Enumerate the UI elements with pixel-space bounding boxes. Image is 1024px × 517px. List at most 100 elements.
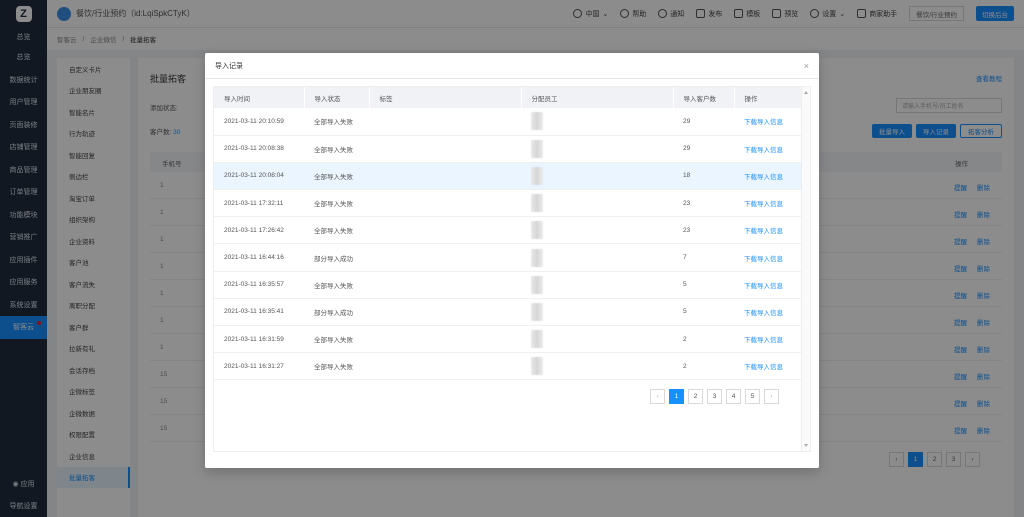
import-status-cell: 全部导入失败 (304, 108, 369, 136)
blurred-avatar (531, 275, 543, 294)
import-record-dialog: 导入记录 × 导入时间 导入状态 标签 分配员工 导入客户数 操作 2021-0… (205, 53, 819, 468)
tag-cell (369, 162, 521, 191)
download-info-link[interactable]: 下载导入信息 (734, 162, 802, 191)
import-status-cell: 全部导入失败 (304, 189, 369, 218)
table-row: 2021-03-11 16:44:16 部分导入成功 7 下载导入信息 (214, 243, 802, 272)
blurred-avatar (531, 302, 543, 321)
assigned-staff-cell (521, 189, 673, 218)
import-status-cell: 全部导入失败 (304, 271, 369, 299)
blurred-avatar (531, 248, 543, 267)
import-record-table: 导入时间 导入状态 标签 分配员工 导入客户数 操作 2021-03-11 20… (214, 87, 802, 381)
customer-count-cell: 23 (673, 189, 734, 218)
customer-count-cell: 5 (673, 298, 734, 327)
download-info-link[interactable]: 下载导入信息 (734, 325, 802, 354)
import-time-cell: 2021-03-11 17:32:11 (214, 189, 304, 218)
import-status-cell: 全部导入失败 (304, 325, 369, 354)
customer-count-cell: 18 (673, 162, 734, 191)
import-time-cell: 2021-03-11 20:08:38 (214, 135, 304, 163)
assigned-staff-cell (521, 135, 673, 163)
blurred-avatar (531, 194, 543, 213)
dialog-body: 导入时间 导入状态 标签 分配员工 导入客户数 操作 2021-03-11 20… (213, 86, 811, 452)
assigned-staff-cell (521, 243, 673, 272)
dialog-header: 导入记录 × (205, 53, 819, 79)
import-time-cell: 2021-03-11 16:31:59 (214, 325, 304, 354)
column-header: 导入时间 (214, 87, 305, 108)
customer-count-cell: 2 (673, 325, 734, 354)
dialog-scrollbar[interactable] (801, 87, 810, 451)
blurred-avatar (531, 357, 543, 376)
import-status-cell: 部分导入成功 (304, 243, 369, 272)
download-info-link[interactable]: 下载导入信息 (734, 352, 802, 381)
column-header: 标签 (369, 87, 522, 108)
customer-count-cell: 5 (673, 271, 734, 299)
table-row: 2021-03-11 16:31:59 全部导入失败 2 下载导入信息 (214, 325, 802, 354)
assigned-staff-cell (521, 325, 673, 354)
import-time-cell: 2021-03-11 20:10:59 (214, 108, 304, 136)
download-info-link[interactable]: 下载导入信息 (734, 243, 802, 272)
tag-cell (369, 189, 521, 218)
table-row: 2021-03-11 16:35:41 部分导入成功 5 下载导入信息 (214, 298, 802, 327)
download-info-link[interactable]: 下载导入信息 (734, 271, 802, 299)
dialog-title: 导入记录 (215, 62, 243, 70)
customer-count-cell: 7 (673, 243, 734, 272)
table-row: 2021-03-11 20:08:38 全部导入失败 29 下载导入信息 (214, 135, 802, 163)
column-header: 操作 (734, 87, 802, 108)
blurred-avatar (531, 112, 543, 131)
scroll-down-icon[interactable] (804, 444, 808, 447)
customer-count-cell: 23 (673, 216, 734, 245)
tag-cell (369, 108, 521, 136)
import-status-cell: 全部导入失败 (304, 352, 369, 381)
import-status-cell: 部分导入成功 (304, 298, 369, 327)
table-row: 2021-03-11 20:10:59 全部导入失败 29 下载导入信息 (214, 108, 802, 136)
assigned-staff-cell (521, 108, 673, 136)
customer-count-cell: 29 (673, 108, 734, 136)
blurred-avatar (531, 330, 543, 349)
tag-cell (369, 135, 521, 163)
import-status-cell: 全部导入失败 (304, 162, 369, 191)
customer-count-cell: 2 (673, 352, 734, 381)
customer-count-cell: 29 (673, 135, 734, 163)
tag-cell (369, 271, 521, 299)
import-status-cell: 全部导入失败 (304, 216, 369, 245)
download-info-link[interactable]: 下载导入信息 (734, 135, 802, 163)
table-row: 2021-03-11 16:31:27 全部导入失败 2 下载导入信息 (214, 352, 802, 381)
import-time-cell: 2021-03-11 16:31:27 (214, 352, 304, 381)
column-header: 导入状态 (304, 87, 370, 108)
close-icon[interactable]: × (804, 61, 809, 71)
blurred-avatar (531, 221, 543, 240)
assigned-staff-cell (521, 298, 673, 327)
scroll-up-icon[interactable] (804, 91, 808, 94)
table-header-row: 导入时间 导入状态 标签 分配员工 导入客户数 操作 (214, 87, 802, 108)
download-info-link[interactable]: 下载导入信息 (734, 216, 802, 245)
blurred-avatar (531, 166, 543, 185)
tag-cell (369, 352, 521, 381)
dialog-pagination: ‹ 1 2 3 4 5 › (650, 389, 779, 404)
table-row: 2021-03-11 16:35:57 全部导入失败 5 下载导入信息 (214, 271, 802, 299)
page-button[interactable]: 5 (745, 389, 760, 404)
import-status-cell: 全部导入失败 (304, 135, 369, 163)
tag-cell (369, 325, 521, 354)
assigned-staff-cell (521, 162, 673, 191)
page-button[interactable]: 1 (669, 389, 684, 404)
import-time-cell: 2021-03-11 16:35:41 (214, 298, 304, 327)
tag-cell (369, 298, 521, 327)
column-header: 分配员工 (521, 87, 674, 108)
download-info-link[interactable]: 下载导入信息 (734, 189, 802, 218)
prev-page-button[interactable]: ‹ (650, 389, 665, 404)
page-button[interactable]: 4 (726, 389, 741, 404)
next-page-button[interactable]: › (764, 389, 779, 404)
import-time-cell: 2021-03-11 16:44:16 (214, 243, 304, 272)
column-header: 导入客户数 (673, 87, 735, 108)
import-time-cell: 2021-03-11 16:35:57 (214, 271, 304, 299)
download-info-link[interactable]: 下载导入信息 (734, 298, 802, 327)
blurred-avatar (531, 139, 543, 158)
table-row: 2021-03-11 20:08:04 全部导入失败 18 下载导入信息 (214, 162, 802, 191)
assigned-staff-cell (521, 271, 673, 299)
assigned-staff-cell (521, 352, 673, 381)
download-info-link[interactable]: 下载导入信息 (734, 108, 802, 136)
page-button[interactable]: 3 (707, 389, 722, 404)
tag-cell (369, 243, 521, 272)
page-button[interactable]: 2 (688, 389, 703, 404)
table-row: 2021-03-11 17:32:11 全部导入失败 23 下载导入信息 (214, 189, 802, 218)
table-row: 2021-03-11 17:26:42 全部导入失败 23 下载导入信息 (214, 216, 802, 245)
